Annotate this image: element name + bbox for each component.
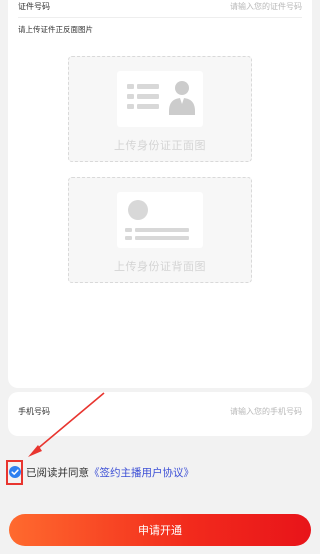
- id-card-front-icon: [117, 71, 203, 127]
- phone-label: 手机号码: [18, 406, 50, 416]
- agreement-prefix-text: 已阅读并同意: [26, 466, 89, 479]
- phone-input[interactable]: [152, 406, 302, 416]
- submit-button[interactable]: 申请开通: [9, 514, 311, 546]
- id-card-back-icon: [117, 192, 203, 248]
- id-card-back-graphic: [125, 200, 189, 240]
- divider: [18, 17, 302, 18]
- upload-section-label: 请上传证件正反面图片: [18, 25, 93, 34]
- agreement-link[interactable]: 《签约主播用户协议》: [89, 465, 194, 480]
- id-card-front-graphic: [127, 81, 195, 115]
- agreement-checkbox[interactable]: [6, 459, 23, 485]
- upload-back-box[interactable]: 上传身份证背面图: [68, 177, 252, 283]
- upload-front-box[interactable]: 上传身份证正面图: [68, 56, 252, 162]
- id-info-card: 证件号码 请上传证件正反面图片 上传身份证正面图: [8, 0, 312, 388]
- id-number-label: 证件号码: [18, 1, 50, 11]
- phone-row: 手机号码: [18, 400, 302, 422]
- agreement-row: 已阅读并同意 《签约主播用户协议》: [6, 459, 194, 485]
- phone-card: 手机号码: [8, 392, 312, 436]
- upload-front-text: 上传身份证正面图: [114, 139, 206, 152]
- id-number-row: 证件号码: [18, 0, 302, 17]
- id-number-input[interactable]: [152, 1, 302, 11]
- checkmark-circle-icon: [8, 466, 21, 478]
- upload-back-text: 上传身份证背面图: [114, 260, 206, 273]
